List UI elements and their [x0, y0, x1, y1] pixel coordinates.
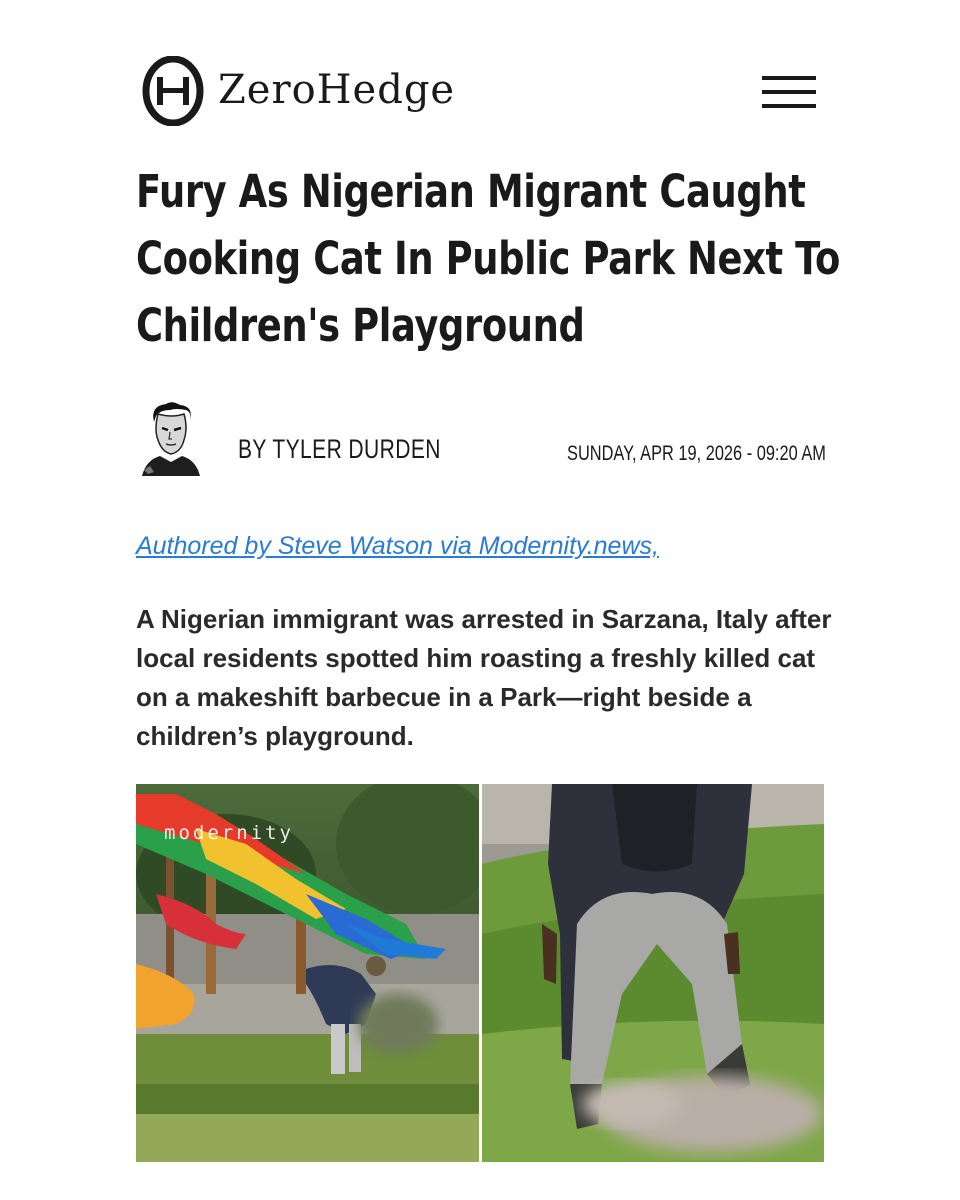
zerohedge-logo-icon[interactable] [142, 56, 204, 126]
site-name[interactable]: ZeroHedge [218, 66, 455, 114]
playground-photo[interactable]: modernity [136, 784, 479, 1162]
publish-date: SUNDAY, APR 19, 2026 - 09:20 AM [567, 442, 826, 465]
article-lede: A Nigerian immigrant was arrested in Sar… [136, 604, 832, 751]
author-name[interactable]: BY TYLER DURDEN [238, 434, 441, 465]
article-headline: Fury As Nigerian Migrant Caught Cooking … [136, 165, 840, 352]
site-header: ZeroHedge [136, 52, 826, 130]
photo-watermark: modernity [164, 822, 294, 844]
article-photos: modernity [136, 784, 824, 1162]
authored-by-link[interactable]: Authored by Steve Watson via Modernity.n… [136, 532, 659, 561]
byline: BY TYLER DURDEN SUNDAY, APR 19, 2026 - 0… [136, 398, 826, 478]
suspect-photo[interactable] [482, 784, 824, 1162]
hamburger-menu-icon[interactable] [762, 76, 816, 110]
author-avatar[interactable] [136, 400, 206, 476]
